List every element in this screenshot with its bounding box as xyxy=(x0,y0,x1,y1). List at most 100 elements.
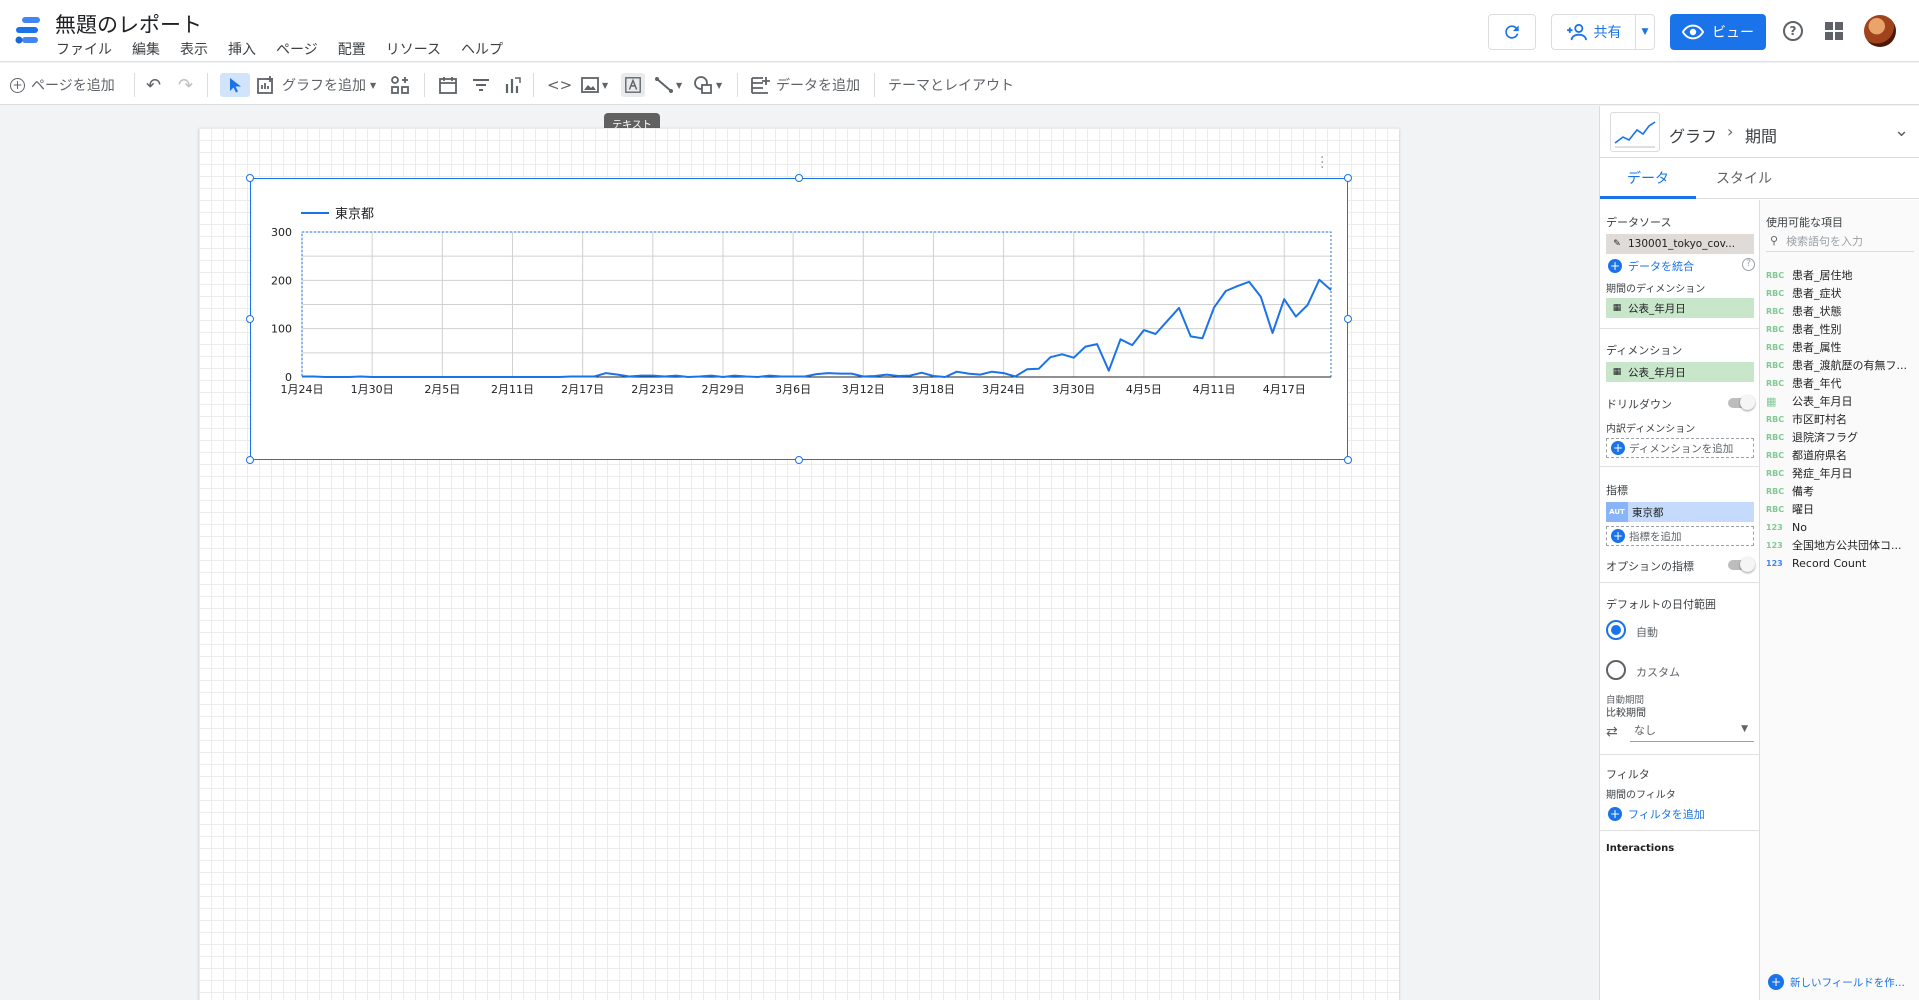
redo-icon[interactable]: ↷ xyxy=(178,73,193,97)
more-options-icon[interactable]: · · · xyxy=(1320,151,1324,175)
user-avatar[interactable] xyxy=(1864,15,1896,47)
menu-resources[interactable]: リソース xyxy=(386,39,441,59)
add-chart-button[interactable]: グラフを追加 ▼ xyxy=(256,73,376,97)
resize-handle[interactable] xyxy=(1344,315,1352,323)
field-type-icon: RBC xyxy=(1766,288,1785,298)
field-type-icon: RBC xyxy=(1766,432,1785,442)
resize-handle[interactable] xyxy=(246,315,254,323)
x-tick-label: 4月17日 xyxy=(1263,383,1306,396)
field-item[interactable]: RBC 患者_状態 xyxy=(1766,302,1916,320)
radio-custom[interactable] xyxy=(1606,660,1626,680)
refresh-button[interactable] xyxy=(1488,14,1536,50)
add-dimension-button[interactable]: + ディメンションを追加 xyxy=(1606,438,1754,458)
menu-edit[interactable]: 編集 xyxy=(132,39,160,59)
field-item[interactable]: RBC 患者_性別 xyxy=(1766,320,1916,338)
radio-auto[interactable] xyxy=(1606,620,1626,640)
cursor-icon xyxy=(230,78,241,93)
field-name: 患者_渡航歴の有無フ... xyxy=(1792,359,1907,372)
field-item[interactable]: ▦ 公表_年月日 xyxy=(1766,392,1916,410)
apps-grid-icon[interactable] xyxy=(1825,22,1843,40)
field-item[interactable]: RBC 発症_年月日 xyxy=(1766,464,1916,482)
menu-page[interactable]: ページ xyxy=(276,39,318,59)
field-item[interactable]: RBC 市区町村名 xyxy=(1766,410,1916,428)
add-dimension-label: ディメンションを追加 xyxy=(1629,442,1734,455)
menu-arrange[interactable]: 配置 xyxy=(338,39,366,59)
field-item[interactable]: RBC 患者_年代 xyxy=(1766,374,1916,392)
data-studio-logo-icon[interactable] xyxy=(12,14,44,46)
metric-chip[interactable]: AUT 東京都 xyxy=(1606,502,1754,522)
field-search-input[interactable]: ⚲ 検索語句を入力 xyxy=(1766,230,1914,252)
drilldown-toggle[interactable] xyxy=(1728,395,1755,410)
optional-metric-toggle[interactable] xyxy=(1728,557,1755,572)
resize-handle[interactable] xyxy=(795,456,803,464)
field-item[interactable]: RBC 患者_症状 xyxy=(1766,284,1916,302)
resize-handle[interactable] xyxy=(1344,174,1352,182)
resize-handle[interactable] xyxy=(795,174,803,182)
field-type-icon: RBC xyxy=(1766,324,1785,334)
community-viz-icon[interactable] xyxy=(390,73,410,97)
caret-down-icon: ▼ xyxy=(1741,724,1748,734)
field-item[interactable]: RBC 退院済フラグ xyxy=(1766,428,1916,446)
time-series-chart[interactable]: 東京都 300 200 100 0 1月24日 1月30日 2月5日 2月11日 2月17日 2月2… xyxy=(250,178,1348,460)
theme-layout-button[interactable]: テーマとレイアウト xyxy=(888,73,1014,97)
field-item[interactable]: 123 全国地方公共団体コ... xyxy=(1766,536,1916,554)
field-name: 発症_年月日 xyxy=(1792,467,1853,480)
share-button[interactable]: 共有 xyxy=(1551,14,1635,50)
field-item[interactable]: RBC 曜日 xyxy=(1766,500,1916,518)
filter-label: フィルタ xyxy=(1606,768,1650,781)
undo-icon[interactable]: ↶ xyxy=(146,73,161,97)
field-item[interactable]: RBC 都道府県名 xyxy=(1766,446,1916,464)
menu-insert[interactable]: 挿入 xyxy=(228,39,256,59)
data-control-icon[interactable] xyxy=(503,73,523,97)
filter-control-icon[interactable] xyxy=(471,73,491,97)
new-field-link[interactable]: + 新しいフィールドを作... xyxy=(1768,974,1905,990)
period-dimension-label: 期間のディメンション xyxy=(1606,284,1706,295)
datasource-chip[interactable]: ✎ 130001_tokyo_cov... xyxy=(1606,234,1754,254)
menu-help[interactable]: ヘルプ xyxy=(461,39,503,59)
report-title[interactable]: 無題のレポート xyxy=(55,9,202,39)
line-tool-icon[interactable]: ▼ xyxy=(654,73,682,97)
x-tick-label: 3月24日 xyxy=(982,383,1025,396)
breadcrumb-chart[interactable]: グラフ xyxy=(1669,123,1717,147)
resize-handle[interactable] xyxy=(246,174,254,182)
share-dropdown-button[interactable]: ▼ xyxy=(1635,14,1655,50)
default-range-label: デフォルトの日付範囲 xyxy=(1606,598,1716,611)
select-tool-button[interactable] xyxy=(220,73,250,97)
shape-tool-icon[interactable]: ▼ xyxy=(692,73,722,97)
menu-view[interactable]: 表示 xyxy=(180,39,208,59)
compare-select[interactable]: なし ▼ xyxy=(1630,722,1754,742)
menu-file[interactable]: ファイル xyxy=(56,39,112,59)
code-embed-icon[interactable]: <> xyxy=(547,73,572,97)
chart-type-thumbnail[interactable] xyxy=(1610,112,1660,152)
field-name: 公表_年月日 xyxy=(1792,395,1853,408)
field-item[interactable]: RBC 備考 xyxy=(1766,482,1916,500)
image-icon[interactable]: ▼ xyxy=(580,73,608,97)
field-item[interactable]: 123 No xyxy=(1766,518,1916,536)
field-item[interactable]: RBC 患者_属性 xyxy=(1766,338,1916,356)
add-metric-button[interactable]: + 指標を追加 xyxy=(1606,526,1754,546)
view-button[interactable]: ビュー xyxy=(1670,14,1766,50)
radio-auto-label: 自動 xyxy=(1636,626,1658,639)
help-icon[interactable]: ? xyxy=(1783,21,1803,41)
field-item[interactable]: 123 Record Count xyxy=(1766,554,1916,572)
add-page-button[interactable]: + ページを追加 xyxy=(10,73,115,97)
add-filter-link[interactable]: + フィルタを追加 xyxy=(1608,806,1705,822)
field-item[interactable]: RBC 患者_渡航歴の有無フ... xyxy=(1766,356,1916,374)
field-type-icon: RBC xyxy=(1766,306,1785,316)
period-dimension-chip[interactable]: ▦ 公表_年月日 xyxy=(1606,298,1754,318)
resize-handle[interactable] xyxy=(246,456,254,464)
add-chart-label: グラフを追加 xyxy=(282,78,366,94)
resize-handle[interactable] xyxy=(1344,456,1352,464)
field-type-icon: RBC xyxy=(1766,342,1785,352)
tab-style[interactable]: スタイル xyxy=(1696,159,1792,199)
dimension-chip[interactable]: ▦ 公表_年月日 xyxy=(1606,362,1754,382)
field-item[interactable]: RBC 患者_居住地 xyxy=(1766,266,1916,284)
text-tool-icon[interactable] xyxy=(621,73,645,97)
help-icon[interactable]: ? xyxy=(1742,258,1755,271)
date-range-icon[interactable] xyxy=(438,73,458,97)
search-icon: ⚲ xyxy=(1770,234,1779,247)
tab-data[interactable]: データ xyxy=(1600,159,1696,199)
chevron-down-icon[interactable]: ⌄ xyxy=(1894,120,1909,141)
blend-data-link[interactable]: + データを統合 xyxy=(1608,258,1694,274)
add-data-button[interactable]: データを追加 xyxy=(750,73,860,97)
